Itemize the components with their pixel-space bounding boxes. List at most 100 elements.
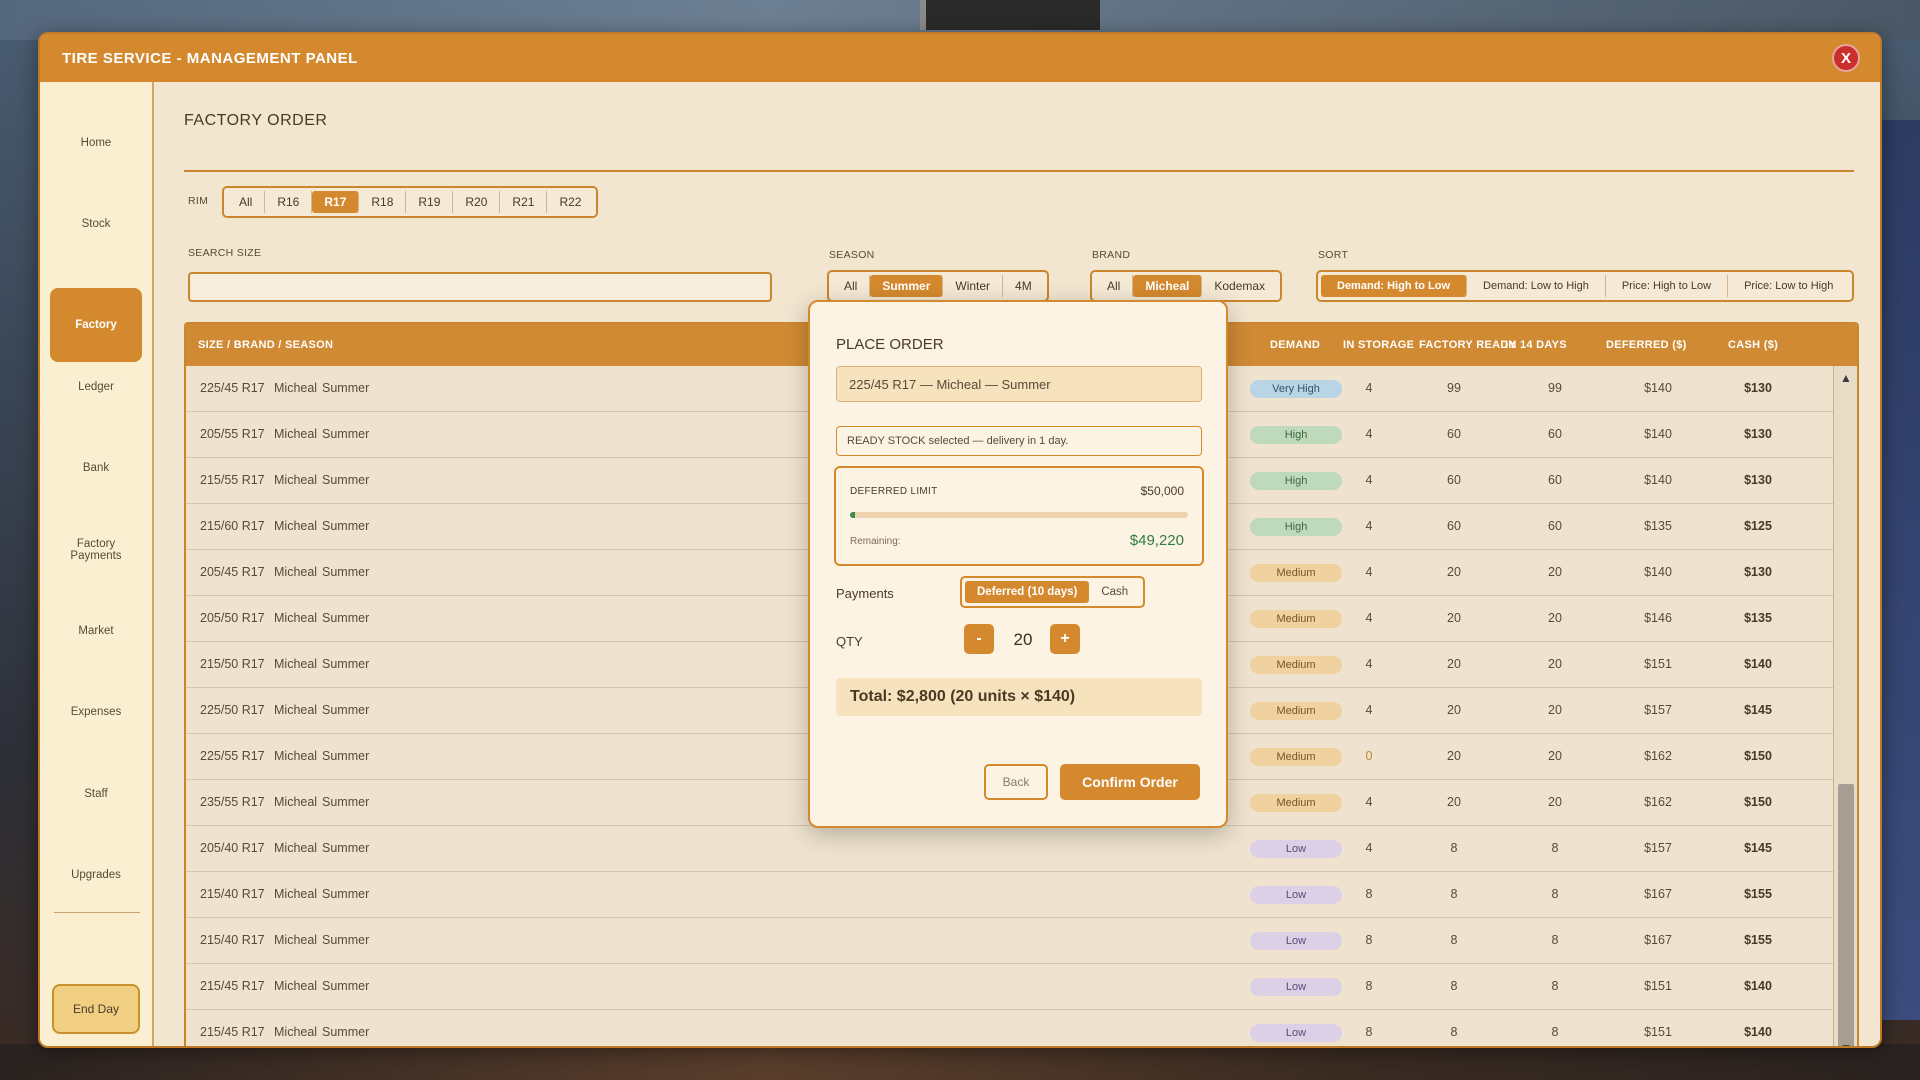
tire-brand: Micheal xyxy=(274,795,318,809)
sidebar-item-expenses[interactable]: Expenses xyxy=(50,675,142,749)
col-header-factory-ready: FACTORY READY xyxy=(1419,339,1517,351)
sidebar-item-upgrades[interactable]: Upgrades xyxy=(50,838,142,912)
in-storage-value: 4 xyxy=(1365,381,1373,395)
search-size-label: SEARCH SIZE xyxy=(188,247,262,259)
payments-label: Payments xyxy=(836,586,894,601)
payment-option-cash[interactable]: Cash xyxy=(1089,581,1140,603)
tire-brand: Micheal xyxy=(274,519,318,533)
tire-season: Summer xyxy=(322,749,370,763)
table-row[interactable]: 205/40 R17 Micheal Summer Low 4 8 8 $157 $145 xyxy=(186,826,1833,872)
season-option-summer[interactable]: Summer xyxy=(870,275,944,297)
tire-brand: Micheal xyxy=(274,381,318,395)
sidebar-item-market[interactable]: Market xyxy=(50,594,142,668)
close-button[interactable]: X xyxy=(1832,44,1860,72)
rim-option-r21[interactable]: R21 xyxy=(500,191,548,213)
sidebar-item-stock[interactable]: Stock xyxy=(50,187,142,261)
tire-season: Summer xyxy=(322,887,370,901)
search-size-input[interactable] xyxy=(188,272,772,302)
in-storage-value: 8 xyxy=(1365,887,1373,901)
rim-option-r16[interactable]: R16 xyxy=(265,191,313,213)
sidebar-item-home[interactable]: Home xyxy=(50,106,142,180)
factory-ready-value: 20 xyxy=(1447,795,1461,809)
table-row[interactable]: 215/40 R17 Micheal Summer Low 8 8 8 $167 $155 xyxy=(186,918,1833,964)
in-14-days-value: 8 xyxy=(1551,979,1559,993)
scroll-up-icon[interactable]: ▲ xyxy=(1838,370,1854,386)
season-option-winter[interactable]: Winter xyxy=(943,275,1004,297)
cash-price: $140 xyxy=(1744,657,1772,671)
tire-size: 225/55 R17 xyxy=(200,749,265,763)
tire-size: 215/45 R17 xyxy=(200,979,265,993)
sort-option-demand-low-to-high[interactable]: Demand: Low to High xyxy=(1467,275,1606,297)
factory-ready-value: 20 xyxy=(1447,703,1461,717)
factory-ready-value: 20 xyxy=(1447,657,1461,671)
factory-ready-value: 60 xyxy=(1447,473,1461,487)
demand-badge: High xyxy=(1250,518,1342,536)
page-title: FACTORY ORDER xyxy=(184,112,328,129)
season-option-4m[interactable]: 4M xyxy=(1003,275,1044,297)
payment-option-deferred[interactable]: Deferred (10 days) xyxy=(965,581,1090,603)
tire-season: Summer xyxy=(322,657,370,671)
factory-ready-value: 20 xyxy=(1447,565,1461,579)
qty-increment-button[interactable]: + xyxy=(1050,624,1080,654)
sidebar-item-bank[interactable]: Bank xyxy=(50,431,142,505)
brand-label: BRAND xyxy=(1092,249,1131,261)
cash-price: $155 xyxy=(1744,887,1772,901)
in-storage-value: 4 xyxy=(1365,519,1373,533)
sidebar-item-ledger[interactable]: Ledger xyxy=(50,350,142,424)
tire-size: 215/40 R17 xyxy=(200,887,265,901)
rim-option-r17[interactable]: R17 xyxy=(312,191,360,213)
rim-option-r18[interactable]: R18 xyxy=(359,191,407,213)
table-row[interactable]: 215/40 R17 Micheal Summer Low 8 8 8 $167 $155 xyxy=(186,872,1833,918)
sort-option-demand-high-to-low[interactable]: Demand: High to Low xyxy=(1321,275,1468,297)
rim-option-r22[interactable]: R22 xyxy=(547,191,593,213)
deferred-price: $157 xyxy=(1644,841,1672,855)
sidebar-item-staff[interactable]: Staff xyxy=(50,757,142,831)
season-filter: All Summer Winter 4M xyxy=(827,270,1049,302)
table-row[interactable]: 215/45 R17 Micheal Summer Low 8 8 8 $151 $140 xyxy=(186,1010,1833,1046)
in-14-days-value: 8 xyxy=(1551,841,1559,855)
cash-price: $150 xyxy=(1744,749,1772,763)
demand-badge: Low xyxy=(1250,840,1342,858)
tire-season: Summer xyxy=(322,1025,370,1039)
qty-value[interactable]: 20 xyxy=(1008,630,1038,650)
table-row[interactable]: 215/45 R17 Micheal Summer Low 8 8 8 $151 $140 xyxy=(186,964,1833,1010)
back-button[interactable]: Back xyxy=(984,764,1048,800)
sidebar-item-factory-payments[interactable]: Factory Payments xyxy=(50,513,142,587)
delivery-info: READY STOCK selected — delivery in 1 day… xyxy=(836,426,1202,456)
deferred-limit-value: $50,000 xyxy=(1140,484,1184,498)
cash-price: $130 xyxy=(1744,473,1772,487)
demand-badge: Very High xyxy=(1250,380,1342,398)
season-option-all[interactable]: All xyxy=(832,275,871,297)
tire-brand: Micheal xyxy=(274,427,318,441)
end-day-button[interactable]: End Day xyxy=(52,984,140,1034)
table-scrollbar[interactable]: ▲ ▼ xyxy=(1833,366,1857,1046)
confirm-order-button[interactable]: Confirm Order xyxy=(1060,764,1200,800)
tire-size: 225/45 R17 xyxy=(200,381,265,395)
payment-toggle: Deferred (10 days) Cash xyxy=(960,576,1146,608)
sort-option-price-high-to-low[interactable]: Price: High to Low xyxy=(1606,275,1729,297)
brand-option-kodemax[interactable]: Kodemax xyxy=(1202,275,1277,297)
scroll-thumb[interactable] xyxy=(1838,784,1854,1046)
rim-option-r19[interactable]: R19 xyxy=(406,191,454,213)
deferred-price: $135 xyxy=(1644,519,1672,533)
tire-size: 205/40 R17 xyxy=(200,841,265,855)
tire-season: Summer xyxy=(322,565,370,579)
deferred-price: $140 xyxy=(1644,565,1672,579)
deferred-price: $140 xyxy=(1644,473,1672,487)
cash-price: $130 xyxy=(1744,427,1772,441)
scroll-down-icon[interactable]: ▼ xyxy=(1838,1040,1854,1046)
factory-ready-value: 8 xyxy=(1450,841,1458,855)
brand-option-micheal[interactable]: Micheal xyxy=(1133,275,1203,297)
tire-size: 215/60 R17 xyxy=(200,519,265,533)
tire-season: Summer xyxy=(322,703,370,717)
factory-ready-value: 20 xyxy=(1447,749,1461,763)
rim-option-all[interactable]: All xyxy=(227,191,266,213)
brand-option-all[interactable]: All xyxy=(1095,275,1134,297)
qty-decrement-button[interactable]: - xyxy=(964,624,994,654)
selected-product: 225/45 R17 — Micheal — Summer xyxy=(836,366,1202,402)
rim-option-r20[interactable]: R20 xyxy=(453,191,501,213)
in-14-days-value: 20 xyxy=(1548,795,1562,809)
sort-option-price-low-to-high[interactable]: Price: Low to High xyxy=(1728,275,1849,297)
demand-badge: Medium xyxy=(1250,702,1342,720)
title-bar: TIRE SERVICE - MANAGEMENT PANEL X xyxy=(40,34,1880,82)
